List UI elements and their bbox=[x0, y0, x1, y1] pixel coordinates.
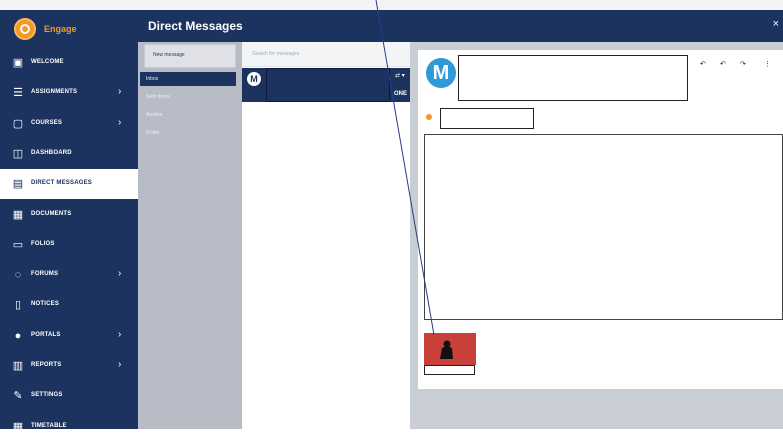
reply-icon[interactable]: ↶ bbox=[700, 60, 706, 68]
chevron-right-icon[interactable]: › bbox=[118, 329, 121, 340]
briefcase-icon: ▣ bbox=[12, 57, 24, 69]
chevron-right-icon[interactable]: › bbox=[118, 117, 121, 128]
folder-drafts[interactable]: Drafts bbox=[140, 126, 236, 140]
nav-item-timetable[interactable]: ▦ TIMETABLE bbox=[0, 412, 138, 442]
nav-item-label: SETTINGS bbox=[31, 392, 63, 399]
calendar-icon: ▦ bbox=[12, 420, 24, 433]
reader-actions: ↶ ↶ ↷ ⋮ bbox=[700, 60, 776, 72]
folder-icon: ▭ bbox=[12, 238, 24, 251]
message-body[interactable] bbox=[424, 134, 783, 320]
folder-archive[interactable]: Archive bbox=[140, 108, 236, 122]
brand-logo-icon bbox=[14, 18, 36, 40]
nav-item-label: DIRECT MESSAGES bbox=[31, 180, 93, 187]
new-message-label: New message bbox=[153, 52, 185, 58]
nav-item-courses[interactable]: ▢ COURSES › bbox=[0, 109, 138, 139]
redacted-message-preview bbox=[266, 68, 390, 102]
close-icon[interactable]: × bbox=[773, 18, 779, 30]
reply-all-icon[interactable]: ↶ bbox=[720, 60, 726, 68]
chevron-right-icon[interactable]: › bbox=[118, 359, 121, 370]
nav-item-folios[interactable]: ▭ FOLIOS bbox=[0, 230, 138, 260]
checklist-icon: ☰ bbox=[13, 87, 23, 100]
page-title: Direct Messages bbox=[148, 19, 243, 33]
nav-item-label: ASSIGNMENTS bbox=[31, 89, 78, 96]
wrench-icon: ✎ bbox=[13, 390, 23, 403]
attachment-icon bbox=[440, 340, 453, 359]
nav-item-portals[interactable]: ● PORTALS › bbox=[0, 321, 138, 351]
page-header: Direct Messages × bbox=[138, 10, 783, 42]
priority-dot-icon bbox=[426, 114, 432, 120]
nav-item-label: COURSES bbox=[31, 119, 63, 126]
search-input[interactable]: Search for messages bbox=[242, 42, 410, 67]
message-options-icon[interactable]: ⇄ ▾ bbox=[395, 72, 405, 79]
folder-inbox[interactable]: Inbox bbox=[140, 72, 236, 86]
nav-item-label: PORTALS bbox=[31, 331, 61, 338]
portal-icon: ● bbox=[14, 329, 22, 342]
nav-item-documents[interactable]: ▦ DOCUMENTS bbox=[0, 200, 138, 230]
chevron-right-icon[interactable]: › bbox=[118, 268, 121, 279]
new-message-button[interactable]: New message bbox=[144, 44, 236, 68]
folder-label: Drafts bbox=[146, 130, 160, 136]
report-icon: ▥ bbox=[12, 360, 24, 372]
redacted-attachment-name bbox=[424, 365, 475, 375]
redacted-subject bbox=[440, 108, 534, 129]
inbox-icon: ▤ bbox=[12, 178, 24, 191]
nav-item-direct-messages[interactable]: ▤ DIRECT MESSAGES bbox=[0, 169, 138, 200]
top-strip bbox=[0, 0, 783, 10]
search-placeholder: Search for messages bbox=[252, 51, 300, 57]
nav-item-assignments[interactable]: ☰ ASSIGNMENTS › bbox=[0, 78, 138, 108]
notice-icon: ▯ bbox=[14, 299, 22, 312]
chevron-right-icon[interactable]: › bbox=[118, 86, 121, 97]
nav-item-label: WELCOME bbox=[31, 59, 64, 65]
nav-item-label: DOCUMENTS bbox=[31, 210, 72, 217]
nav-item-welcome[interactable]: ▣ WELCOME bbox=[0, 48, 138, 78]
message-tag: ONE bbox=[394, 91, 408, 97]
folder-sent[interactable]: Sent Items bbox=[140, 90, 236, 104]
chat-board-icon: ▢ bbox=[12, 117, 24, 130]
folder-label: Sent Items bbox=[146, 94, 170, 100]
sender-avatar: M bbox=[247, 72, 261, 86]
folder-label: Inbox bbox=[146, 76, 159, 82]
brand-name: Engage bbox=[44, 24, 77, 34]
dashboard-icon: ◫ bbox=[12, 147, 24, 160]
nav-item-label: FORUMS bbox=[31, 271, 59, 278]
forum-icon: ◌ bbox=[14, 269, 22, 282]
nav-item-dashboard[interactable]: ◫ DASHBOARD bbox=[0, 139, 138, 169]
redacted-sender-details bbox=[458, 55, 688, 101]
nav-item-settings[interactable]: ✎ SETTINGS bbox=[0, 381, 138, 411]
nav-item-reports[interactable]: ▥ REPORTS › bbox=[0, 351, 138, 381]
brand[interactable]: Engage bbox=[0, 10, 138, 46]
nav-item-label: DASHBOARD bbox=[31, 149, 72, 156]
reader-avatar: M bbox=[426, 58, 456, 88]
nav-item-label: REPORTS bbox=[31, 362, 62, 368]
more-icon[interactable]: ⋮ bbox=[764, 60, 771, 68]
nav-item-label: TIMETABLE bbox=[31, 422, 67, 429]
forward-icon[interactable]: ↷ bbox=[740, 60, 746, 68]
folder-label: Archive bbox=[146, 112, 163, 118]
documents-icon: ▦ bbox=[12, 208, 24, 221]
nav-item-label: NOTICES bbox=[31, 301, 60, 308]
nav-item-label: FOLIOS bbox=[31, 240, 55, 247]
nav-item-forums[interactable]: ◌ FORUMS › bbox=[0, 260, 138, 290]
nav-item-notices[interactable]: ▯ NOTICES bbox=[0, 290, 138, 320]
